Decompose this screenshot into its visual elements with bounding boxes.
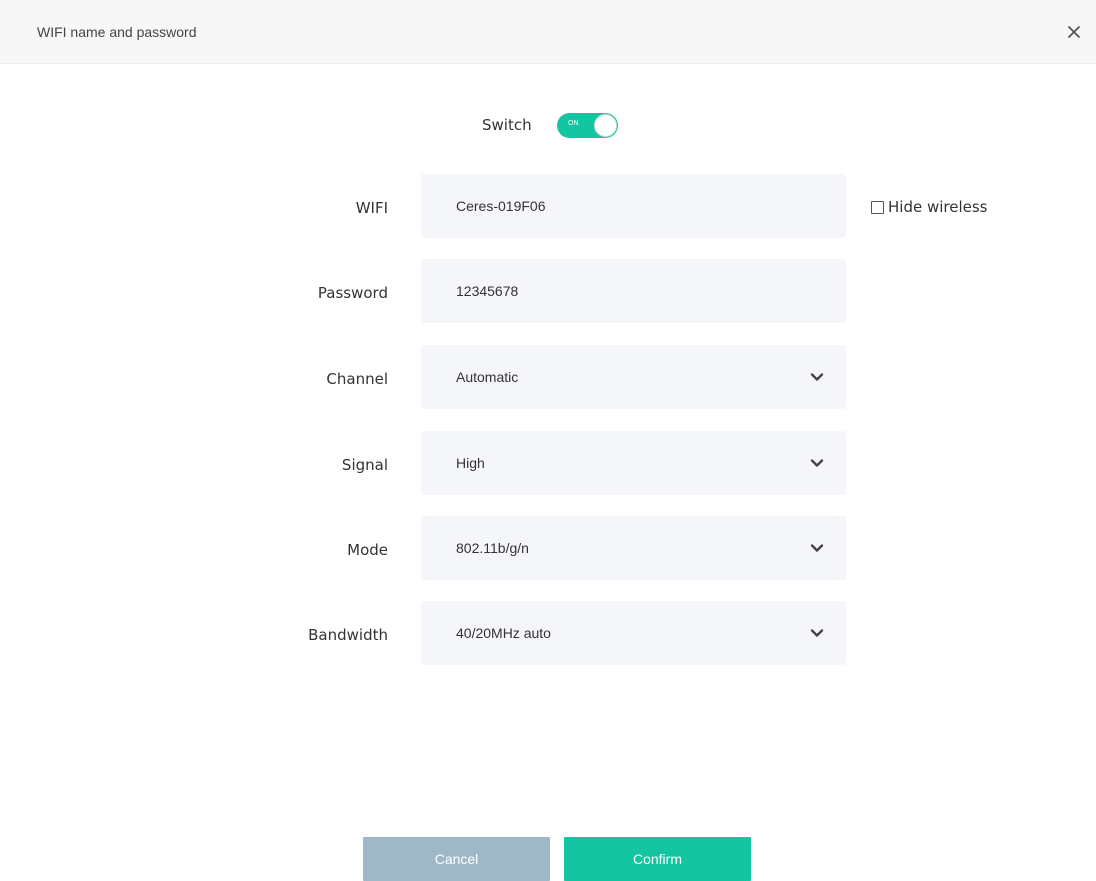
toggle-state-text: ON <box>568 120 579 127</box>
channel-row: Channel Automatic <box>0 345 1096 409</box>
cancel-button[interactable]: Cancel <box>363 837 550 881</box>
dialog-title: WIFI name and password <box>37 24 197 40</box>
bandwidth-select[interactable]: 40/20MHz auto <box>421 601 846 665</box>
signal-row: Signal High <box>0 431 1096 495</box>
checkbox-box <box>871 201 884 214</box>
switch-label: Switch <box>482 116 532 134</box>
confirm-button[interactable]: Confirm <box>564 837 751 881</box>
switch-row: Switch ON <box>0 108 1096 142</box>
wifi-row: WIFI Ceres-019F06 Hide wireless <box>0 174 1096 238</box>
wifi-name-value: Ceres-019F06 <box>456 198 546 214</box>
chevron-down-icon <box>809 369 825 385</box>
signal-select[interactable]: High <box>421 431 846 495</box>
close-icon[interactable] <box>1063 21 1085 43</box>
signal-label: Signal <box>341 456 388 474</box>
wifi-label: WIFI <box>355 199 388 217</box>
hide-wireless-label: Hide wireless <box>888 198 988 216</box>
channel-value: Automatic <box>456 369 519 385</box>
mode-label: Mode <box>347 541 388 559</box>
bandwidth-label: Bandwidth <box>308 626 388 644</box>
password-label: Password <box>317 284 388 302</box>
password-value: 12345678 <box>456 283 519 299</box>
password-input[interactable]: 12345678 <box>421 259 846 323</box>
password-row: Password 12345678 <box>0 259 1096 323</box>
bandwidth-value: 40/20MHz auto <box>456 625 551 641</box>
toggle-knob <box>594 114 617 137</box>
mode-select[interactable]: 802.11b/g/n <box>421 516 846 580</box>
bandwidth-row: Bandwidth 40/20MHz auto <box>0 601 1096 665</box>
mode-value: 802.11b/g/n <box>456 540 529 556</box>
channel-select[interactable]: Automatic <box>421 345 846 409</box>
chevron-down-icon <box>809 540 825 556</box>
wifi-name-input[interactable]: Ceres-019F06 <box>421 174 846 238</box>
wifi-switch-toggle[interactable]: ON <box>557 113 618 138</box>
mode-row: Mode 802.11b/g/n <box>0 516 1096 580</box>
signal-value: High <box>456 455 485 471</box>
chevron-down-icon <box>809 455 825 471</box>
dialog-header: WIFI name and password <box>0 0 1096 64</box>
chevron-down-icon <box>809 625 825 641</box>
wifi-settings-dialog: WIFI name and password Switch ON WIFI Ce… <box>0 0 1096 881</box>
channel-label: Channel <box>326 370 388 388</box>
